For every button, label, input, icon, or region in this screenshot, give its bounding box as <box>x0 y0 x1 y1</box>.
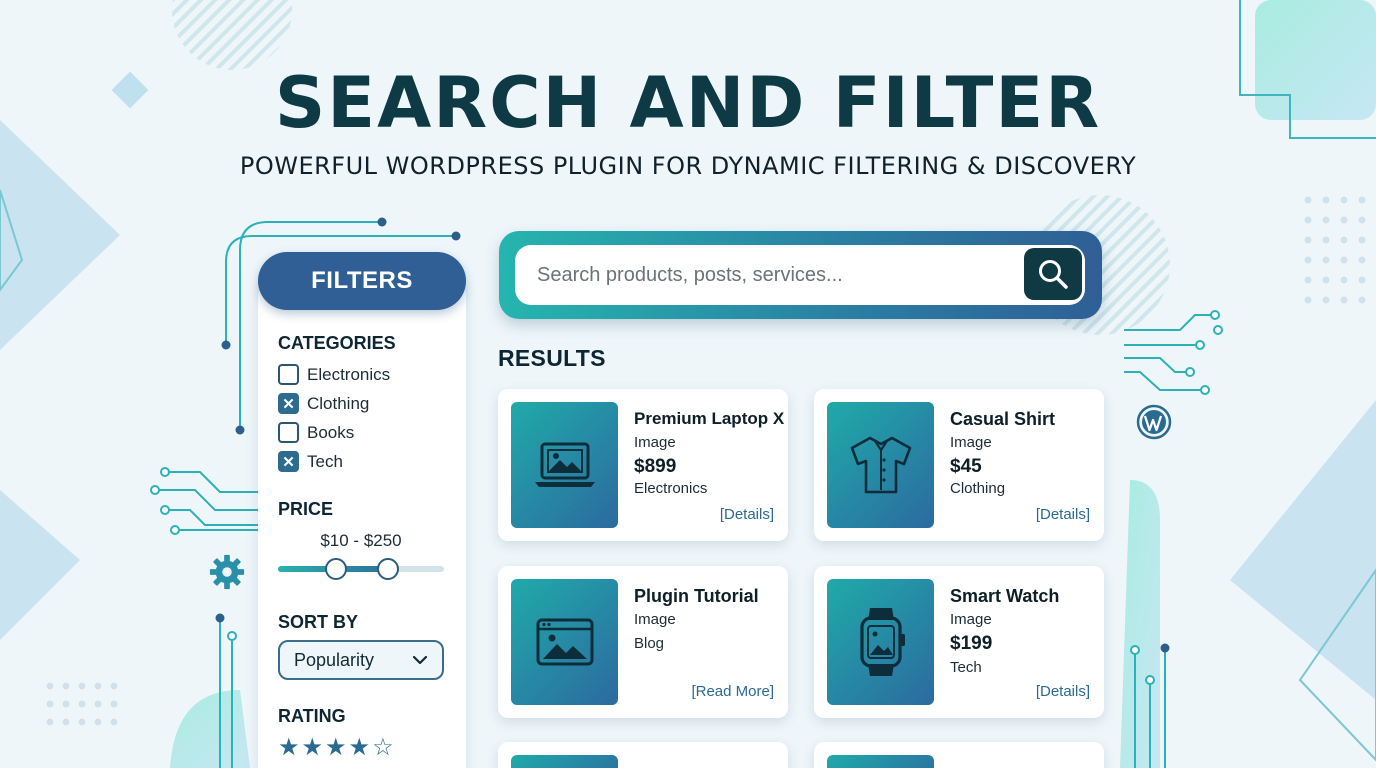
card-title: Premium Laptop X <box>634 409 785 428</box>
card-thumbnail <box>511 402 618 528</box>
price-label: PRICE <box>278 499 334 519</box>
card-price: $199 <box>950 633 993 654</box>
card-category: Tech <box>950 659 982 676</box>
result-card-plugin-tutorial[interactable]: Plugin Tutorial Image Blog [Read More] <box>498 566 788 718</box>
card-category: Electronics <box>634 480 708 497</box>
card-title: Plugin Tutorial <box>634 586 759 606</box>
card-details-link[interactable]: [Details] <box>1036 506 1090 523</box>
card-price: $45 <box>950 456 982 477</box>
category-books-checkbox[interactable]: Books <box>278 422 354 443</box>
search-input[interactable] <box>515 245 1085 305</box>
star-filled-icon[interactable]: ★ <box>278 736 300 760</box>
laptop-icon <box>534 442 595 487</box>
card-details-link[interactable]: [Details] <box>720 506 774 523</box>
card-thumbnail <box>827 579 934 705</box>
price-slider-max-handle[interactable] <box>376 558 399 580</box>
filters-panel <box>258 282 466 768</box>
card-category: Blog <box>634 635 665 652</box>
card-type: Image <box>950 434 992 451</box>
categories-label: CATEGORIES <box>278 333 396 353</box>
rating-stars[interactable]: ★ ★ ★ ★ ☆ <box>278 736 394 760</box>
card-thumbnail <box>827 755 934 768</box>
star-filled-icon[interactable]: ★ <box>325 736 347 760</box>
result-card-premium-laptop-x[interactable]: Premium Laptop X Image $899 Electronics … <box>498 389 788 541</box>
card-title: Smart Watch <box>950 586 1060 606</box>
card-read-more-link[interactable]: [Read More] <box>691 683 774 700</box>
checkbox-unchecked[interactable] <box>278 422 299 443</box>
checkbox-unchecked[interactable] <box>278 364 299 385</box>
rating-label: RATING <box>278 706 346 726</box>
result-card-casual-shirt[interactable]: Casual Shirt Image $45 Clothing [Details… <box>814 389 1104 541</box>
search-button[interactable] <box>1024 248 1082 300</box>
category-label: Tech <box>307 451 343 471</box>
price-range-text: $10 - $250 <box>320 531 402 550</box>
card-details-link[interactable]: [Details] <box>1036 683 1090 700</box>
page-title: SEARCH AND FILTER <box>274 62 1102 144</box>
card-type: Image <box>634 611 676 628</box>
result-card-partial[interactable] <box>814 742 1104 768</box>
card-type: Image <box>950 611 992 628</box>
star-filled-icon[interactable]: ★ <box>302 736 324 760</box>
star-filled-icon[interactable]: ★ <box>349 736 371 760</box>
card-thumbnail <box>511 755 618 768</box>
sort-by-label: SORT BY <box>278 612 359 632</box>
price-range-slider[interactable] <box>278 558 444 580</box>
category-label: Books <box>307 422 355 442</box>
sort-by-value: Popularity <box>294 649 375 670</box>
category-clothing-checkbox[interactable]: ✕ Clothing <box>278 393 369 414</box>
search-bar <box>499 231 1102 319</box>
shirt-icon <box>850 436 911 494</box>
browser-image-icon <box>536 618 593 666</box>
category-label: Clothing <box>307 393 370 413</box>
wordpress-logo-icon <box>1136 404 1172 440</box>
card-thumbnail <box>827 402 934 528</box>
category-tech-checkbox[interactable]: ✕ Tech <box>278 451 343 472</box>
results-heading: RESULTS <box>498 345 606 371</box>
sort-by-dropdown[interactable]: Popularity <box>278 640 444 680</box>
result-card-partial[interactable] <box>498 742 788 768</box>
smartwatch-icon <box>859 608 905 676</box>
star-empty-icon[interactable]: ☆ <box>372 736 394 760</box>
card-type: Image <box>634 434 676 451</box>
result-card-smart-watch[interactable]: Smart Watch Image $199 Tech [Details] <box>814 566 1104 718</box>
price-slider-min-handle[interactable] <box>325 558 348 580</box>
card-title: Casual Shirt <box>950 409 1056 429</box>
card-category: Clothing <box>950 480 1006 497</box>
category-electronics-checkbox[interactable]: Electronics <box>278 364 390 385</box>
checkbox-checked[interactable]: ✕ <box>278 393 299 414</box>
card-price: $899 <box>634 456 677 477</box>
checkbox-checked[interactable]: ✕ <box>278 451 299 472</box>
page-subtitle: POWERFUL WORDPRESS PLUGIN FOR DYNAMIC FI… <box>239 152 1137 180</box>
gear-icon <box>209 554 245 590</box>
search-icon <box>1039 260 1068 289</box>
card-thumbnail <box>511 579 618 705</box>
chevron-down-icon <box>412 655 428 665</box>
filters-heading: FILTERS <box>258 252 466 310</box>
category-label: Electronics <box>307 364 391 384</box>
